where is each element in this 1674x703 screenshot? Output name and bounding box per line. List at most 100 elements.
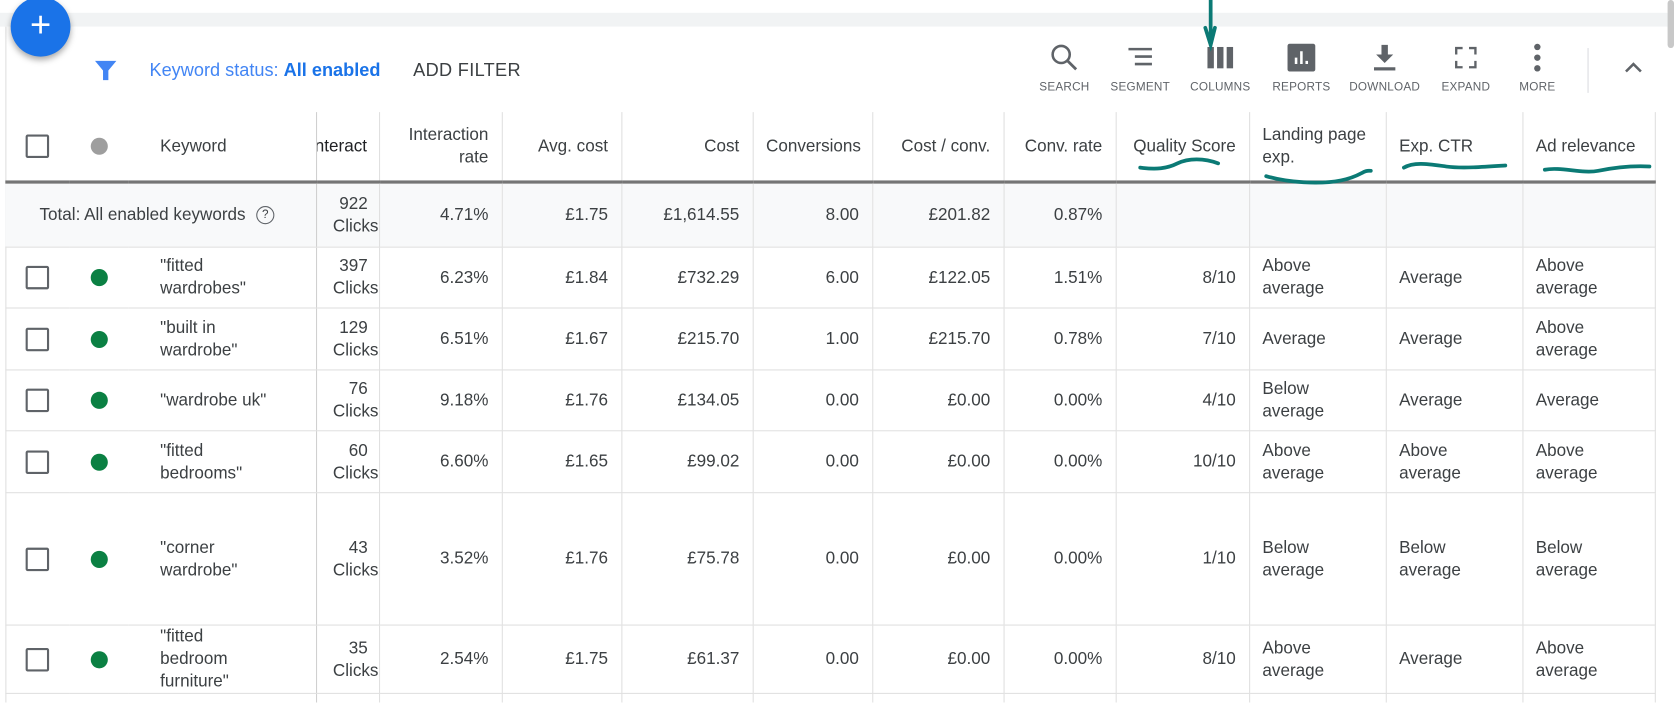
header-conv-rate[interactable]: Conv. rate xyxy=(1003,112,1117,184)
collapse-button[interactable] xyxy=(1621,56,1647,87)
table-row: "fitted bedrooms" 60 Clicks 6.60% £1.65 £99.0… xyxy=(5,430,1656,494)
exp-ctr-cell: Below average xyxy=(1385,492,1523,626)
ad-relevance-cell: Above average xyxy=(1522,430,1656,494)
row-checkbox[interactable] xyxy=(25,449,50,474)
ad-relevance-cell: Above average xyxy=(1522,247,1656,309)
more-button[interactable]: MORE xyxy=(1495,43,1580,94)
interactions-cell: 60 Clicks xyxy=(316,430,380,494)
header-interactions[interactable]: Interact xyxy=(316,112,380,184)
header-cost-conv[interactable]: Cost / conv. xyxy=(872,112,1005,184)
ad-relevance-cell: Above average xyxy=(1522,308,1656,371)
interactions-value: 43 xyxy=(348,538,368,557)
row-checkbox[interactable] xyxy=(25,327,50,351)
avg-cost-cell: £1.84 xyxy=(501,247,622,309)
search-button[interactable]: SEARCH xyxy=(1022,43,1107,94)
download-button[interactable]: DOWNLOAD xyxy=(1342,43,1427,94)
keyword-cell[interactable]: "fitted wardrobes" xyxy=(128,247,317,309)
reports-button[interactable]: REPORTS xyxy=(1259,43,1344,94)
conversions-cell: 0.00 xyxy=(752,625,873,694)
interactions-cell: 43 Clicks xyxy=(316,492,380,626)
filter-value: All enabled xyxy=(283,59,381,81)
page-scrollbar[interactable] xyxy=(1667,0,1674,49)
exp-ctr-cell: Average xyxy=(1385,369,1523,432)
interactions-unit: Clicks xyxy=(332,661,379,680)
status-header xyxy=(69,112,129,184)
total-cost: £1,614.55 xyxy=(621,182,754,248)
interaction-rate-cell: 6.51% xyxy=(378,308,503,371)
enabled-status-icon xyxy=(90,550,108,568)
header-keyword[interactable]: Keyword xyxy=(128,112,317,184)
interactions-value: 397 xyxy=(339,257,368,276)
row-checkbox-cell[interactable] xyxy=(5,492,70,626)
row-checkbox-cell[interactable] xyxy=(5,625,70,694)
enabled-status-icon xyxy=(90,269,108,287)
row-checkbox-cell[interactable] xyxy=(5,430,70,494)
segment-button[interactable]: SEGMENT xyxy=(1097,43,1182,94)
interactions-cell: 76 Clicks xyxy=(316,369,380,432)
row-checkbox-cell[interactable] xyxy=(5,369,70,432)
conv-rate-cell: 0.78% xyxy=(1003,308,1117,371)
quality-score-cell: 7/10 xyxy=(1115,308,1250,371)
landing-page-cell: Below average xyxy=(1249,492,1387,626)
cost-cell: £732.29 xyxy=(621,247,754,309)
status-cell xyxy=(69,430,129,494)
interaction-rate-cell: 6.60% xyxy=(378,430,503,494)
row-checkbox-cell[interactable] xyxy=(5,308,70,371)
interactions-cell: 129 Clicks xyxy=(316,308,380,371)
interactions-unit: Clicks xyxy=(332,463,379,483)
row-checkbox[interactable] xyxy=(25,388,50,413)
header-conversions[interactable]: Conversions xyxy=(752,112,873,184)
keyword-cell[interactable]: "fitted bedroom furniture" xyxy=(128,625,317,694)
conversions-cell: 0.00 xyxy=(752,369,873,432)
total-quality-score xyxy=(1115,182,1250,248)
header-avg-cost[interactable]: Avg. cost xyxy=(501,112,622,184)
keyword-cell[interactable]: "corner wardrobe" xyxy=(128,492,317,626)
keyword-status-filter[interactable]: Keyword status: All enabled xyxy=(149,60,380,81)
enabled-status-icon xyxy=(90,391,108,409)
table-row: "wardrobe uk" 76 Clicks 9.18% £1.76 £134.05 0.… xyxy=(5,369,1656,432)
columns-button[interactable]: COLUMNS xyxy=(1178,43,1263,94)
keywords-page: + Keyword status: All enabled ADD FILTER… xyxy=(0,0,1674,703)
help-icon[interactable]: ? xyxy=(256,206,275,225)
interactions-value: 129 xyxy=(339,318,368,337)
segment-icon xyxy=(1128,47,1152,66)
header-interaction-rate[interactable]: Interaction rate xyxy=(378,112,503,184)
interaction-rate-cell: 9.18% xyxy=(378,369,503,432)
enabled-status-icon xyxy=(90,650,108,668)
exp-ctr-cell: Average xyxy=(1385,308,1523,371)
header-exp-ctr[interactable]: Exp. CTR xyxy=(1385,112,1523,184)
total-landing-page xyxy=(1249,182,1387,248)
row-checkbox[interactable] xyxy=(25,547,50,571)
row-checkbox[interactable] xyxy=(25,265,50,290)
header-ad-relevance[interactable]: Ad relevance xyxy=(1522,112,1656,184)
keyword-cell[interactable]: "wardrobe uk" xyxy=(128,369,317,432)
select-all-checkbox-cell[interactable] xyxy=(5,112,70,184)
interactions-cell: 35 Clicks xyxy=(316,625,380,694)
add-filter-button[interactable]: ADD FILTER xyxy=(413,60,521,81)
landing-page-cell: Average xyxy=(1249,308,1387,371)
select-all-checkbox[interactable] xyxy=(25,134,50,159)
header-cost[interactable]: Cost xyxy=(621,112,754,184)
total-ad-relevance xyxy=(1522,182,1656,248)
keyword-cell[interactable]: "built in wardrobe" xyxy=(128,308,317,371)
row-checkbox-cell[interactable] xyxy=(5,247,70,309)
interactions-unit: Clicks xyxy=(332,341,379,360)
table-row: "fitted wardrobes" 397 Clicks 6.23% £1.84 £73… xyxy=(5,247,1656,309)
header-quality-score[interactable]: Quality Score xyxy=(1115,112,1250,184)
avg-cost-cell: £1.67 xyxy=(501,308,622,371)
header-landing-page[interactable]: Landing page exp. xyxy=(1249,112,1387,184)
total-avg-cost: £1.75 xyxy=(501,182,622,248)
conversions-cell: 6.00 xyxy=(752,247,873,309)
toolbar-divider xyxy=(1587,48,1589,93)
interactions-cell: 397 Clicks xyxy=(316,247,380,309)
keyword-cell[interactable]: "fitted bedrooms" xyxy=(128,430,317,494)
total-interactions: 922 Clicks xyxy=(316,182,380,248)
row-checkbox[interactable] xyxy=(25,647,50,671)
conv-rate-cell: 1.51% xyxy=(1003,247,1117,309)
cost-conv-cell: £0.00 xyxy=(872,625,1005,694)
exp-ctr-cell: Average xyxy=(1385,625,1523,694)
chevron-up-icon xyxy=(1625,62,1642,73)
total-interactions-value: 922 xyxy=(339,194,368,213)
cost-cell: £99.02 xyxy=(621,430,754,494)
filter-icon[interactable] xyxy=(94,59,117,88)
